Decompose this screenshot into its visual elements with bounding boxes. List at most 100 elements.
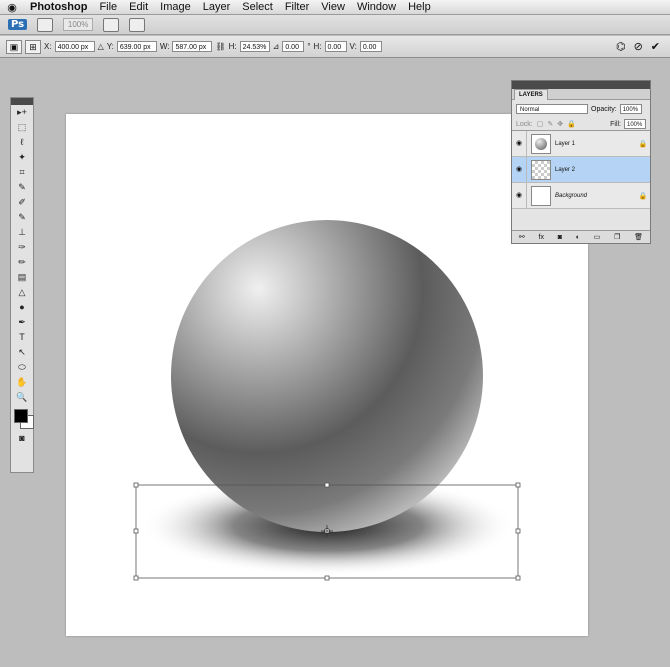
clone-stamp-tool-icon[interactable]: ⊥ — [11, 225, 33, 240]
path-selection-tool-icon[interactable]: ↖ — [11, 345, 33, 360]
angle-field[interactable]: 0.00 — [282, 41, 305, 52]
layer-mask-icon[interactable]: ◙ — [558, 234, 562, 241]
layer-thumbnail — [531, 185, 551, 206]
visibility-eye-icon[interactable]: ◉ — [512, 157, 527, 182]
lock-position-icon[interactable]: ✥ — [557, 120, 563, 128]
photoshop-logo: Ps — [8, 19, 28, 30]
marquee-tool-icon[interactable]: ⬚ — [11, 120, 33, 135]
x-label: X: — [44, 42, 52, 51]
opacity-field[interactable]: 100% — [619, 104, 642, 114]
reference-point-icon[interactable]: ⊞ — [25, 39, 41, 54]
lock-pixels-icon[interactable]: ✎ — [547, 120, 553, 128]
menu-select[interactable]: Select — [236, 1, 279, 13]
link-icon[interactable]: ⛓ — [215, 42, 225, 51]
color-swatches — [11, 405, 34, 431]
blend-mode-select[interactable]: Normal — [516, 104, 588, 114]
layers-tab-row: LAYERS — [512, 89, 650, 100]
extras-icon[interactable] — [129, 17, 146, 32]
move-tool-icon[interactable]: ▸+ — [11, 105, 33, 120]
quick-mask-icon[interactable]: ◙ — [11, 431, 33, 446]
menu-layer[interactable]: Layer — [197, 1, 237, 13]
application-bar: Ps 100% — [0, 15, 670, 35]
fill-group: Fill: 100% — [610, 119, 646, 129]
layer-name: Layer 2 — [555, 166, 576, 173]
layer-name: Layer 1 — [555, 140, 576, 147]
cancel-transform-icon[interactable]: ⊘ — [634, 40, 643, 53]
menu-image[interactable]: Image — [154, 1, 197, 13]
fill-label: Fill: — [610, 120, 621, 128]
delta-icon[interactable]: △ — [98, 42, 104, 51]
y-field[interactable]: 639.00 px — [116, 41, 157, 52]
canvas-artwork — [133, 220, 521, 581]
lock-all-icon[interactable]: 🔒 — [567, 120, 576, 128]
blur-tool-icon[interactable]: △ — [11, 285, 33, 300]
tab-layers[interactable]: LAYERS — [514, 89, 548, 100]
screen-mode-icon[interactable] — [103, 17, 120, 32]
menu-bar: ◉ Photoshop File Edit Image Layer Select… — [0, 0, 670, 15]
new-group-icon[interactable]: ▭ — [594, 233, 601, 241]
w-label: W: — [159, 42, 170, 51]
type-tool-icon[interactable]: T — [11, 330, 33, 345]
layer-style-icon[interactable]: fx — [539, 234, 544, 241]
layer-thumbnail — [531, 133, 551, 154]
rotate-icon: ⊿ — [272, 42, 280, 51]
pen-tool-icon[interactable]: ✒ — [11, 315, 33, 330]
layer-name: Background — [555, 192, 588, 199]
foreground-color-swatch[interactable] — [14, 409, 28, 423]
menu-edit[interactable]: Edit — [123, 1, 154, 13]
layer-row[interactable]: ◉ Layer 1 🔒 — [512, 131, 650, 157]
lock-row: Lock: ▢ ✎ ✥ 🔒 Fill: 100% — [512, 118, 650, 130]
horizontal-skew-field[interactable]: 0.00 — [324, 41, 347, 52]
document-canvas[interactable] — [66, 114, 588, 636]
layer-lock-icon: 🔒 — [638, 140, 648, 148]
layer-row-selected[interactable]: ◉ Layer 2 — [512, 157, 650, 183]
adjustment-layer-icon[interactable]: ◐ — [576, 234, 580, 241]
menu-window[interactable]: Window — [351, 1, 402, 13]
warp-icon[interactable]: ⌬ — [616, 40, 626, 53]
layers-list: ◉ Layer 1 🔒 ◉ Layer 2 ◉ Background 🔒 — [512, 130, 650, 209]
eraser-tool-icon[interactable]: ✏ — [11, 255, 33, 270]
tools-panel-header[interactable] — [11, 98, 33, 105]
hand-tool-icon[interactable]: ✋ — [11, 375, 33, 390]
history-brush-tool-icon[interactable]: ✑ — [11, 240, 33, 255]
lock-transparent-icon[interactable]: ▢ — [537, 120, 544, 128]
x-field[interactable]: 400.00 px — [54, 41, 95, 52]
arrange-documents-icon[interactable] — [37, 17, 54, 32]
delete-layer-icon[interactable]: 🗑 — [634, 233, 643, 241]
layers-panel: LAYERS Normal Opacity: 100% Lock: ▢ ✎ ✥ … — [511, 80, 651, 244]
gradient-tool-icon[interactable]: ▤ — [11, 270, 33, 285]
lasso-tool-icon[interactable]: ℓ — [11, 135, 33, 150]
degree-symbol: ° — [307, 42, 311, 51]
healing-brush-tool-icon[interactable]: ✐ — [11, 195, 33, 210]
layers-panel-header[interactable] — [512, 81, 650, 89]
commit-controls: ⌬ ⊘ ✔ — [616, 40, 670, 53]
ellipse-tool-icon[interactable]: ⬭ — [11, 360, 33, 375]
menu-app[interactable]: Photoshop — [24, 1, 93, 13]
brush-tool-icon[interactable]: ✎ — [11, 210, 33, 225]
commit-transform-icon[interactable]: ✔ — [651, 40, 660, 53]
zoom-level[interactable]: 100% — [63, 18, 94, 31]
menu-view[interactable]: View — [315, 1, 351, 13]
crop-tool-icon[interactable]: ⌗ — [11, 165, 33, 180]
layer-row[interactable]: ◉ Background 🔒 — [512, 183, 650, 209]
layer-lock-icon: 🔒 — [638, 192, 648, 200]
height-field[interactable]: 24.53% — [239, 41, 270, 52]
menu-file[interactable]: File — [93, 1, 123, 13]
tool-preset-icon[interactable]: ▣ — [6, 39, 22, 54]
eyedropper-tool-icon[interactable]: ✎ — [11, 180, 33, 195]
dodge-tool-icon[interactable]: ● — [11, 300, 33, 315]
visibility-eye-icon[interactable]: ◉ — [512, 183, 527, 208]
visibility-eye-icon[interactable]: ◉ — [512, 131, 527, 156]
y-label: Y: — [106, 42, 114, 51]
width-field[interactable]: 587.00 px — [172, 41, 213, 52]
quick-select-tool-icon[interactable]: ✦ — [11, 150, 33, 165]
vertical-skew-field[interactable]: 0.00 — [359, 41, 382, 52]
menu-help[interactable]: Help — [402, 1, 437, 13]
fill-field[interactable]: 100% — [624, 119, 646, 129]
new-layer-icon[interactable]: ❐ — [614, 233, 620, 241]
link-layers-icon[interactable]: ⚯ — [519, 233, 525, 241]
apple-icon[interactable]: ◉ — [0, 1, 24, 14]
zoom-tool-icon[interactable]: 🔍 — [11, 390, 33, 405]
menu-filter[interactable]: Filter — [279, 1, 315, 13]
tools-panel: ▸+ ⬚ ℓ ✦ ⌗ ✎ ✐ ✎ ⊥ ✑ ✏ ▤ △ ● ✒ T ↖ ⬭ ✋ 🔍… — [10, 97, 34, 473]
